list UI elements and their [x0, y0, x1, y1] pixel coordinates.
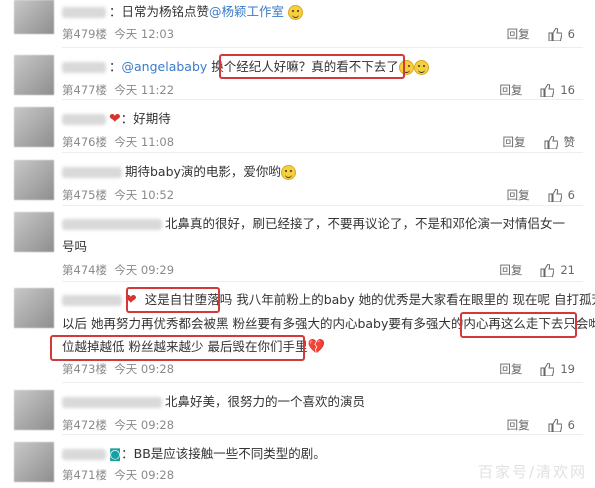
thumbs-up-icon [548, 27, 562, 41]
divider [62, 281, 583, 282]
highlight-box [126, 287, 220, 313]
comment-meta: 第477楼 今天 11:22 [62, 83, 175, 97]
avatar[interactable] [14, 160, 54, 200]
reply-button[interactable]: 回复 [499, 82, 522, 98]
comment-text: ：日常为杨铭点赞@杨颖工作室 [62, 0, 585, 23]
divider [62, 152, 583, 153]
like-count: 21 [560, 263, 575, 277]
smile-emoji-icon [288, 5, 304, 20]
thumbs-up-icon [548, 418, 562, 432]
like-button[interactable]: 16 [540, 83, 575, 97]
like-label: 赞 [563, 135, 576, 149]
username[interactable] [62, 7, 106, 18]
comment-meta: 第476楼 今天 11:08 [62, 135, 175, 149]
highlight-box [219, 54, 405, 79]
reply-button[interactable]: 回复 [499, 262, 522, 278]
reply-button[interactable]: 回复 [507, 26, 530, 42]
avatar[interactable] [14, 107, 54, 147]
smile-emoji-icon [413, 60, 429, 75]
username[interactable] [62, 449, 106, 460]
comment-actions: 回复 16 [499, 82, 575, 98]
broken-heart-icon: 💔 [307, 339, 325, 355]
comment-text: 北鼻好美，很努力的一个喜欢的演员 [62, 390, 585, 413]
divider [62, 382, 583, 383]
username[interactable] [62, 295, 122, 306]
reply-button[interactable]: 回复 [507, 187, 530, 203]
thumbs-up-icon [540, 263, 555, 277]
reply-button[interactable]: 回复 [503, 134, 526, 150]
kiss-emoji-icon [280, 165, 296, 180]
like-count: 6 [567, 418, 575, 432]
highlight-box [50, 335, 305, 361]
thumbs-up-icon [548, 188, 562, 202]
thumbs-up-icon [540, 83, 555, 97]
reply-button[interactable]: 回复 [499, 361, 522, 377]
username[interactable] [62, 62, 106, 73]
comment-meta: 第473楼 今天 09:28 [62, 362, 175, 376]
comment-meta: 第474楼 今天 09:29 [62, 263, 175, 277]
comment-text: 期待baby演的电影，爱你哟 [62, 160, 585, 183]
camera-icon: ◙ [109, 446, 122, 461]
comment-text: ❤：好期待 [62, 107, 585, 131]
comment-text: 北鼻真的很好，刷已经接了，不要再议论了，不是和邓伦演一对情侣女一 号吗 [62, 216, 566, 254]
watermark: 百家号/清欢网 [477, 463, 587, 481]
thumbs-up-icon [544, 135, 558, 149]
avatar[interactable] [14, 55, 54, 95]
reply-button[interactable]: 回复 [507, 417, 530, 433]
username[interactable] [62, 219, 162, 230]
like-button[interactable]: 6 [548, 418, 575, 432]
divider [62, 47, 583, 48]
comment-meta: 第479楼 今天 12:03 [62, 27, 175, 41]
avatar[interactable] [14, 212, 54, 252]
like-button[interactable]: 19 [540, 362, 575, 376]
avatar[interactable] [14, 0, 54, 34]
mention-link[interactable]: @angelababy [122, 59, 208, 74]
divider [62, 205, 583, 206]
like-button[interactable]: 赞 [544, 134, 576, 150]
comment-meta: 第475楼 今天 10:52 [62, 188, 175, 202]
comment-actions: 回复 6 [507, 417, 575, 433]
username[interactable] [62, 167, 122, 178]
comment-actions: 回复 6 [507, 187, 575, 203]
divider [62, 434, 583, 435]
username[interactable] [62, 397, 162, 408]
comment-meta: 第471楼 今天 09:28 [62, 468, 175, 482]
like-button[interactable]: 21 [540, 263, 575, 277]
comment-actions: 回复 19 [499, 361, 575, 377]
thumbs-up-icon [540, 362, 555, 376]
like-count: 6 [567, 27, 575, 41]
heart-icon: ❤ [109, 111, 121, 127]
like-count: 16 [560, 83, 575, 97]
avatar[interactable] [14, 288, 54, 328]
like-button[interactable]: 6 [548, 188, 575, 202]
divider [62, 99, 583, 100]
like-count: 6 [567, 188, 575, 202]
like-count: 19 [560, 362, 575, 376]
comment-meta: 第472楼 今天 09:28 [62, 418, 175, 432]
comment-actions: 回复 6 [507, 26, 575, 42]
like-button[interactable]: 6 [548, 27, 575, 41]
username[interactable] [62, 114, 106, 125]
comment-actions: 回复 21 [499, 262, 575, 278]
comment-actions: 回复 赞 [503, 134, 576, 150]
mention-link[interactable]: @杨颖工作室 [209, 4, 284, 19]
avatar[interactable] [14, 390, 54, 430]
highlight-box [460, 312, 577, 338]
avatar[interactable] [14, 442, 54, 482]
